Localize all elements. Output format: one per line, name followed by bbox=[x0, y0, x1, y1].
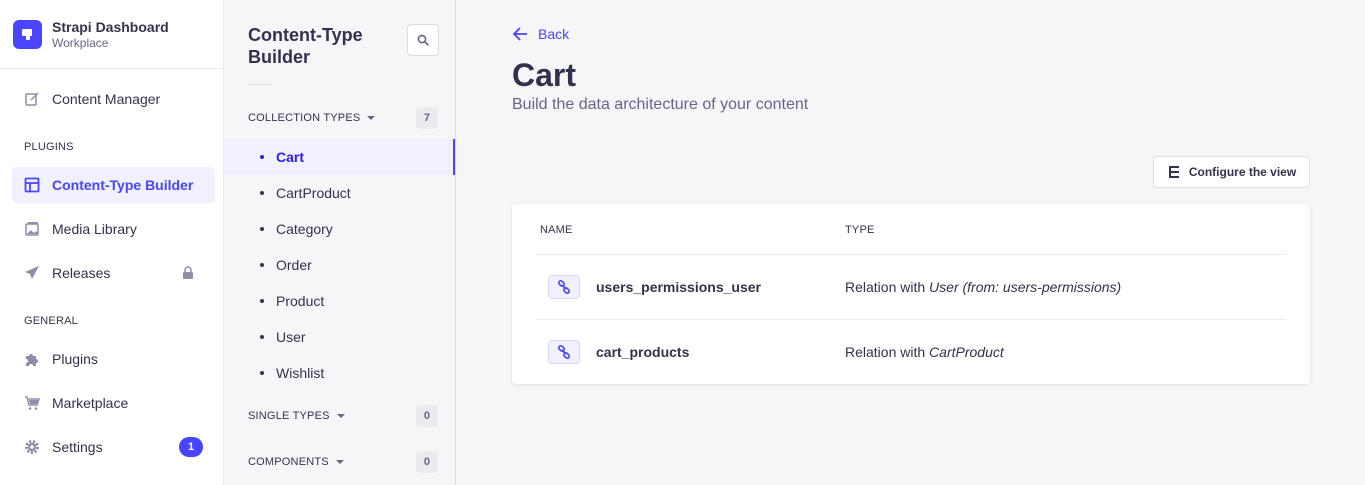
relation-icon bbox=[548, 275, 580, 299]
subnav-item-category[interactable]: Category bbox=[224, 211, 455, 247]
nav-plugins[interactable]: Plugins bbox=[12, 341, 215, 377]
back-link[interactable]: Back bbox=[512, 24, 569, 44]
collection-types-toggle[interactable]: COLLECTION TYPES 7 bbox=[248, 107, 438, 129]
components-count: 0 bbox=[416, 451, 438, 473]
brand-header: Strapi Dashboard Workplace bbox=[0, 0, 223, 69]
nav-settings[interactable]: Settings 1 bbox=[12, 429, 215, 465]
nav-settings-label: Settings bbox=[52, 439, 103, 455]
single-types-count: 0 bbox=[416, 405, 438, 427]
subnav-item-cartproduct[interactable]: CartProduct bbox=[224, 175, 455, 211]
subnav-item-label: Cart bbox=[276, 149, 305, 165]
main-nav: Strapi Dashboard Workplace Content Manag… bbox=[0, 0, 224, 485]
paper-plane-icon bbox=[24, 265, 40, 281]
bullet-icon bbox=[260, 155, 264, 159]
single-types-label: SINGLE TYPES bbox=[248, 410, 330, 422]
subnav-item-label: User bbox=[276, 329, 306, 345]
pencil-icon bbox=[24, 91, 40, 107]
subnav-item-user[interactable]: User bbox=[224, 319, 455, 355]
subnav-item-product[interactable]: Product bbox=[224, 283, 455, 319]
field-type-prefix: Relation with bbox=[845, 279, 930, 295]
nav-content-type-builder-label: Content-Type Builder bbox=[52, 177, 194, 193]
bullet-icon bbox=[260, 263, 264, 267]
fields-table: NAME TYPE users_permissions_user Relatio… bbox=[512, 204, 1310, 384]
nav-content-type-builder[interactable]: Content-Type Builder bbox=[12, 167, 215, 203]
subnav-item-label: Product bbox=[276, 293, 325, 309]
subnav-search-button[interactable] bbox=[407, 24, 439, 56]
nav-media-library-label: Media Library bbox=[52, 221, 137, 237]
lock-icon bbox=[183, 266, 193, 279]
brand-subtitle: Workplace bbox=[52, 35, 109, 50]
subnav-title: Content-Type Builder bbox=[248, 25, 363, 67]
relation-icon bbox=[548, 340, 580, 364]
subnav-item-label: Wishlist bbox=[276, 365, 325, 381]
nav-section-general: GENERAL bbox=[24, 315, 78, 327]
layout-icon bbox=[24, 177, 40, 193]
caret-down-icon bbox=[367, 116, 376, 120]
subnav-item-label: Category bbox=[276, 221, 333, 237]
page-subtitle: Build the data architecture of your cont… bbox=[512, 96, 809, 113]
bullet-icon bbox=[260, 191, 264, 195]
table-row[interactable]: users_permissions_user Relation with Use… bbox=[536, 255, 1286, 320]
column-header-type: TYPE bbox=[845, 224, 875, 236]
collection-types-count: 7 bbox=[416, 107, 438, 129]
subnav-divider bbox=[248, 84, 272, 85]
field-type: Relation with User (from: users-permissi… bbox=[845, 279, 1121, 295]
caret-down-icon bbox=[336, 414, 345, 418]
bullet-icon bbox=[260, 299, 264, 303]
nav-releases[interactable]: Releases bbox=[12, 255, 215, 291]
subnav-item-label: CartProduct bbox=[276, 185, 351, 201]
field-type-target: User (from: users-permissions) bbox=[929, 279, 1122, 295]
subnav-item-cart[interactable]: Cart bbox=[224, 139, 455, 175]
field-type-target: CartProduct bbox=[929, 344, 1004, 360]
back-label: Back bbox=[538, 26, 570, 42]
nav-marketplace[interactable]: Marketplace bbox=[12, 385, 215, 421]
table-row[interactable]: cart_products Relation with CartProduct bbox=[536, 320, 1286, 385]
nav-section-plugins: PLUGINS bbox=[24, 141, 74, 153]
bullet-icon bbox=[260, 371, 264, 375]
components-toggle[interactable]: COMPONENTS 0 bbox=[248, 451, 438, 473]
strapi-logo-icon bbox=[13, 19, 42, 49]
collection-types-label: COLLECTION TYPES bbox=[248, 112, 361, 124]
column-header-name: NAME bbox=[540, 224, 573, 236]
nav-marketplace-label: Marketplace bbox=[52, 395, 129, 411]
subnav-item-label: Order bbox=[276, 257, 312, 273]
single-types-toggle[interactable]: SINGLE TYPES 0 bbox=[248, 405, 438, 427]
nav-content-manager[interactable]: Content Manager bbox=[12, 81, 215, 117]
field-type: Relation with CartProduct bbox=[845, 344, 1004, 360]
nav-media-library[interactable]: Media Library bbox=[12, 211, 215, 247]
arrow-left-icon bbox=[512, 27, 527, 41]
bullet-icon bbox=[260, 335, 264, 339]
bullet-icon bbox=[260, 227, 264, 231]
components-label: COMPONENTS bbox=[248, 456, 329, 468]
configure-view-label: Configure the view bbox=[1188, 165, 1297, 179]
configure-view-button[interactable]: Configure the view bbox=[1153, 156, 1310, 188]
field-name: users_permissions_user bbox=[596, 279, 761, 295]
nav-content-manager-label: Content Manager bbox=[52, 91, 161, 107]
page-title: Cart bbox=[512, 57, 577, 93]
nav-releases-label: Releases bbox=[52, 265, 111, 281]
subnav-item-order[interactable]: Order bbox=[224, 247, 455, 283]
content-type-builder-subnav: Content-Type Builder COLLECTION TYPES 7 … bbox=[224, 0, 456, 485]
image-icon bbox=[24, 221, 40, 237]
search-icon bbox=[417, 34, 429, 46]
gear-icon bbox=[24, 439, 40, 455]
settings-notification-badge: 1 bbox=[179, 437, 203, 457]
field-type-prefix: Relation with bbox=[845, 344, 930, 360]
field-name: cart_products bbox=[596, 344, 690, 360]
puzzle-icon bbox=[24, 351, 40, 367]
caret-down-icon bbox=[335, 460, 344, 464]
brand-title: Strapi Dashboard bbox=[52, 18, 169, 35]
list-settings-icon bbox=[1168, 166, 1179, 178]
nav-plugins-label: Plugins bbox=[52, 351, 98, 367]
shopping-cart-icon bbox=[24, 395, 40, 411]
subnav-item-wishlist[interactable]: Wishlist bbox=[224, 355, 455, 391]
